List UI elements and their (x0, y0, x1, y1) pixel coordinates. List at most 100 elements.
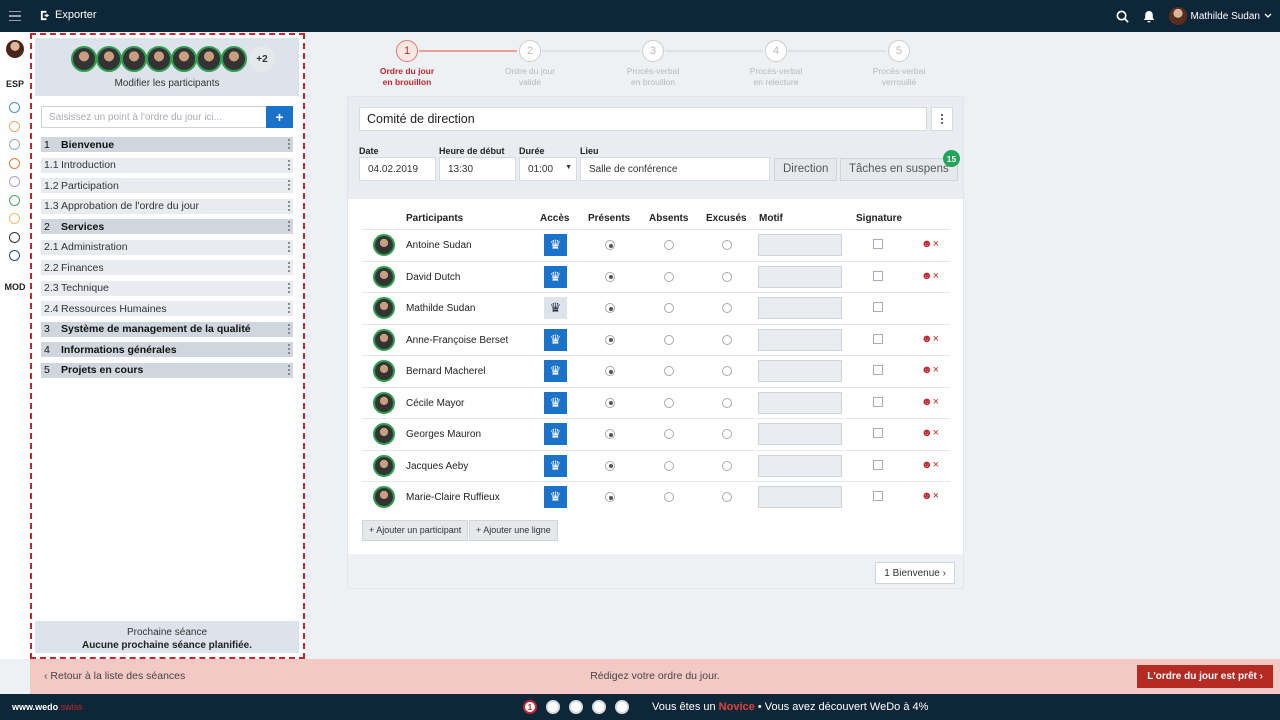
drag-handle-icon[interactable] (288, 139, 290, 150)
drag-handle-icon[interactable] (288, 159, 290, 171)
start-time-field[interactable]: 13:30 (439, 157, 516, 181)
absent-radio[interactable] (664, 303, 674, 313)
space-dot[interactable] (9, 139, 20, 150)
present-radio[interactable] (605, 397, 615, 408)
space-dot[interactable] (9, 231, 20, 243)
access-crown-button[interactable]: ♛ (544, 265, 567, 288)
signature-checkbox[interactable] (873, 270, 883, 281)
motif-input[interactable] (758, 391, 842, 414)
export-button[interactable]: Exporter (40, 9, 97, 21)
access-crown-button[interactable]: ♛ (544, 486, 567, 508)
absent-radio[interactable] (664, 429, 674, 439)
present-radio[interactable] (605, 303, 615, 313)
menu-icon[interactable] (0, 0, 30, 32)
drag-handle-icon[interactable] (288, 180, 290, 191)
space-dot[interactable] (9, 213, 20, 224)
excused-radio[interactable] (722, 492, 732, 502)
space-dot[interactable] (9, 157, 20, 169)
agenda-item[interactable]: 2 Services (41, 219, 293, 234)
agenda-item[interactable]: 3 Système de management de la qualité (41, 321, 293, 337)
agenda-item-input[interactable]: Saisissez un point à l'ordre du jour ici… (41, 106, 268, 128)
workflow-step[interactable]: 1 Ordre du jour en brouillon (345, 40, 469, 88)
motif-input[interactable] (758, 234, 842, 256)
agenda-item[interactable]: 1.3 Approbation de l'ordre du jour (41, 198, 293, 214)
excused-radio[interactable] (722, 303, 732, 313)
absent-radio[interactable] (664, 460, 674, 471)
agenda-ready-button[interactable]: L'ordre du jour est prêt › (1137, 665, 1273, 688)
signature-checkbox[interactable] (873, 396, 883, 407)
workflow-step[interactable]: 5 Procès-verbal verrouillé (837, 40, 961, 88)
agenda-item[interactable]: 1 Bienvenue (41, 137, 293, 152)
excused-radio[interactable] (722, 240, 732, 250)
remove-participant-icon[interactable]: ☻× (921, 490, 939, 502)
signature-checkbox[interactable] (873, 302, 883, 312)
present-radio[interactable] (605, 366, 615, 376)
absent-radio[interactable] (664, 397, 674, 408)
present-radio[interactable] (605, 240, 615, 250)
access-crown-button[interactable]: ♛ (544, 423, 567, 445)
agenda-item[interactable]: 2.2 Finances (41, 260, 293, 275)
remove-participant-icon[interactable]: ☻× (921, 427, 939, 439)
absent-radio[interactable] (664, 366, 674, 376)
add-agenda-item-button[interactable]: + (266, 106, 293, 128)
more-options-button[interactable] (931, 107, 953, 131)
site-logo[interactable]: www.wedo.swiss (12, 702, 83, 712)
signature-checkbox[interactable] (873, 333, 883, 344)
workflow-step[interactable]: 2 Ordre du jour validé (468, 40, 592, 88)
access-crown-button[interactable]: ♛ (544, 391, 567, 414)
remove-participant-icon[interactable]: ☻× (921, 270, 939, 282)
remove-participant-icon[interactable]: ☻× (921, 396, 939, 408)
space-dot[interactable] (9, 120, 20, 132)
present-radio[interactable] (605, 334, 615, 345)
duration-select[interactable]: 01:00 ▼ (519, 157, 577, 181)
drag-handle-icon[interactable] (288, 241, 290, 253)
agenda-item[interactable]: 2.3 Technique (41, 280, 293, 296)
excused-radio[interactable] (722, 334, 732, 345)
excused-radio[interactable] (722, 460, 732, 471)
direction-button[interactable]: Direction (774, 158, 838, 181)
add-participant-button[interactable]: + Ajouter un participant (362, 520, 469, 541)
signature-checkbox[interactable] (873, 239, 883, 249)
motif-input[interactable] (758, 486, 842, 508)
motif-input[interactable] (758, 328, 842, 351)
participant-avatars[interactable]: +2 (71, 46, 275, 72)
remove-participant-icon[interactable]: ☻× (921, 459, 939, 471)
rail-avatar[interactable] (6, 40, 24, 58)
access-crown-button[interactable]: ♛ (544, 360, 567, 382)
search-icon[interactable] (1116, 10, 1129, 23)
bell-icon[interactable] (1143, 10, 1155, 23)
motif-input[interactable] (758, 265, 842, 288)
absent-radio[interactable] (664, 240, 674, 250)
drag-handle-icon[interactable] (288, 344, 290, 355)
signature-checkbox[interactable] (873, 365, 883, 375)
agenda-item[interactable]: 1.1 Introduction (41, 157, 293, 173)
excused-radio[interactable] (722, 397, 732, 408)
absent-radio[interactable] (664, 492, 674, 502)
agenda-item[interactable]: 2.4 Ressources Humaines (41, 301, 293, 316)
remove-participant-icon[interactable]: ☻× (921, 333, 939, 345)
add-line-button[interactable]: + Ajouter une ligne (469, 520, 558, 541)
access-crown-button[interactable]: ♛ (544, 454, 567, 477)
present-radio[interactable] (605, 460, 615, 471)
drag-handle-icon[interactable] (288, 364, 290, 376)
present-radio[interactable] (605, 271, 615, 282)
next-item-button[interactable]: 1 Bienvenue › (875, 562, 955, 584)
space-dot[interactable] (9, 194, 20, 206)
drag-handle-icon[interactable] (288, 200, 290, 212)
drag-handle-icon[interactable] (288, 262, 290, 273)
motif-input[interactable] (758, 297, 842, 319)
agenda-item[interactable]: 2.1 Administration (41, 239, 293, 255)
signature-checkbox[interactable] (873, 459, 883, 470)
workflow-step[interactable]: 3 Procès-verbal en brouillon (591, 40, 715, 88)
absent-radio[interactable] (664, 271, 674, 282)
motif-input[interactable] (758, 454, 842, 477)
meeting-title-input[interactable]: Comité de direction (359, 107, 927, 131)
place-field[interactable]: Salle de conférence (580, 157, 770, 181)
remove-participant-icon[interactable]: ☻× (921, 238, 939, 250)
access-crown-button[interactable]: ♛ (544, 328, 567, 351)
space-dot[interactable] (9, 102, 20, 113)
drag-handle-icon[interactable] (288, 303, 290, 314)
workflow-step[interactable]: 4 Procès-verbal en relecture (714, 40, 838, 88)
date-field[interactable]: 04.02.2019 (359, 157, 436, 181)
signature-checkbox[interactable] (873, 491, 883, 501)
